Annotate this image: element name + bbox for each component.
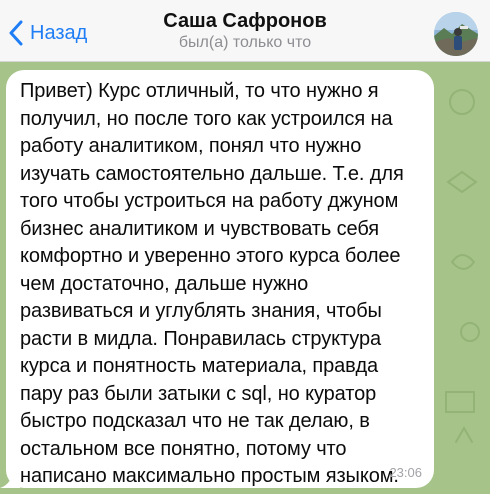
chat-area: Привет) Курс отличный, то что нужно я по… bbox=[0, 62, 490, 494]
avatar-photo bbox=[434, 12, 478, 56]
contact-name: Саша Сафронов bbox=[163, 10, 327, 32]
chat-title-area[interactable]: Саша Сафронов был(а) только что bbox=[120, 10, 370, 53]
chevron-left-icon bbox=[9, 20, 23, 46]
message-text: Привет) Курс отличный, то что нужно я по… bbox=[20, 80, 404, 487]
bubble-tail bbox=[0, 468, 20, 488]
message-bubble[interactable]: Привет) Курс отличный, то что нужно я по… bbox=[0, 70, 434, 488]
chat-header: Назад Саша Сафронов был(а) только что bbox=[0, 0, 490, 62]
message-timestamp: 23:06 bbox=[389, 465, 422, 480]
contact-status: был(а) только что bbox=[178, 34, 312, 51]
back-button[interactable]: Назад bbox=[8, 18, 87, 48]
avatar[interactable] bbox=[434, 12, 478, 56]
back-label: Назад bbox=[30, 21, 88, 44]
